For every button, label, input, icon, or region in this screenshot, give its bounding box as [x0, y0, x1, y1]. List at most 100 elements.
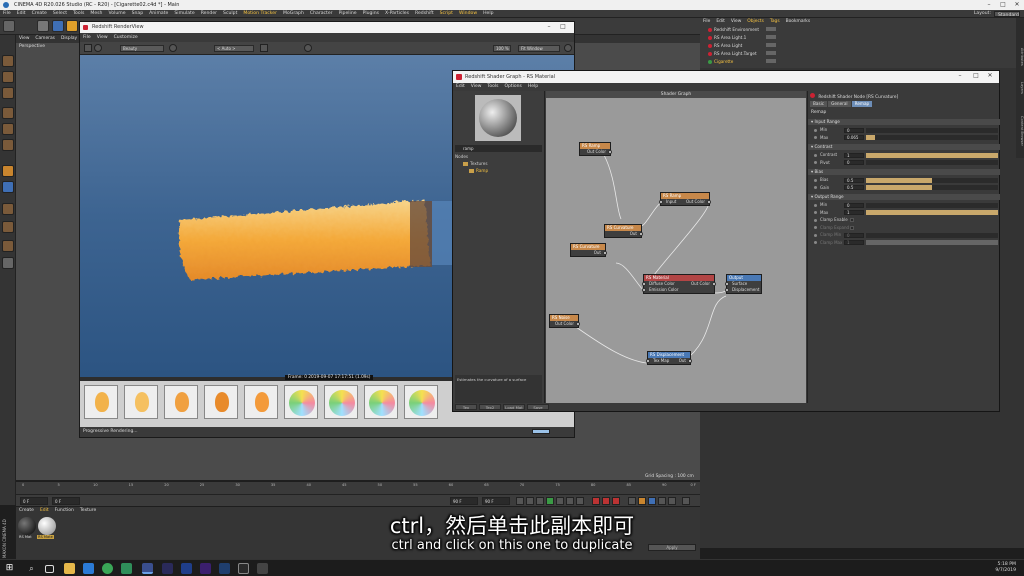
- graph-node-ramp2[interactable]: RS Ramp Input Out Color: [659, 192, 711, 206]
- animate-dot-icon[interactable]: [814, 178, 817, 182]
- attr-section-bias[interactable]: ▾ Bias: [808, 169, 1000, 175]
- animate-dot-icon[interactable]: [814, 203, 817, 207]
- menu-item-render[interactable]: Render: [198, 10, 220, 18]
- output-port-icon[interactable]: [707, 200, 711, 204]
- object-item[interactable]: RS Area Light.Target: [708, 51, 776, 56]
- cinema4d-taskbar-icon[interactable]: [142, 563, 153, 574]
- attr-value-field[interactable]: 0.065: [844, 135, 864, 140]
- render-play-icon[interactable]: [94, 44, 102, 52]
- checkbox[interactable]: [850, 225, 854, 230]
- key-rotation-icon[interactable]: [648, 497, 656, 505]
- render-history-thumbnail[interactable]: [364, 385, 398, 419]
- graph-node-disp[interactable]: RS Displacement Tex Map Out: [646, 351, 692, 365]
- bottom-button-0[interactable]: Tex: [455, 404, 477, 410]
- attr-value-field[interactable]: 0: [844, 160, 864, 165]
- menu-item-help[interactable]: Help: [480, 10, 496, 18]
- attr-value-field[interactable]: 1: [844, 240, 864, 245]
- animate-dot-icon[interactable]: [814, 211, 817, 214]
- play-icon[interactable]: [546, 497, 554, 505]
- bottom-button-1[interactable]: Tex2: [479, 404, 501, 410]
- maximize-icon[interactable]: □: [996, 0, 1010, 10]
- prev-frame-icon[interactable]: [536, 497, 544, 505]
- renderview-menu-customize[interactable]: Customize: [111, 33, 141, 42]
- viewport-menu-cameras[interactable]: Cameras: [32, 35, 58, 43]
- prev-key-icon[interactable]: [526, 497, 534, 505]
- aov-select[interactable]: Beauty: [120, 45, 164, 52]
- menu-item-volume[interactable]: Volume: [105, 10, 128, 18]
- menu-item-sculpt[interactable]: Sculpt: [220, 10, 240, 18]
- current-frame-field[interactable]: 0 F: [52, 497, 80, 505]
- shader-graph-menu-options[interactable]: Options: [502, 83, 525, 91]
- output-port-icon[interactable]: [688, 359, 692, 363]
- shader-graph-menu-tools[interactable]: Tools: [484, 83, 501, 91]
- animate-dot-icon[interactable]: [814, 226, 817, 229]
- attr-value-field[interactable]: 0.5: [844, 185, 864, 190]
- autokey-icon[interactable]: [602, 497, 610, 505]
- undo-icon[interactable]: [3, 20, 15, 32]
- grid-icon[interactable]: [2, 240, 14, 252]
- menu-item-select[interactable]: Select: [50, 10, 70, 18]
- render-history-thumbnail[interactable]: [124, 385, 158, 419]
- lock-icon[interactable]: [2, 221, 14, 233]
- animate-dot-icon[interactable]: [814, 161, 817, 164]
- node-graph-canvas[interactable]: RS Ramp Out Color RS Ramp Input Out Color RS …: [546, 98, 806, 403]
- menu-item-redshift[interactable]: Redshift: [412, 10, 437, 18]
- region-icon[interactable]: [304, 44, 312, 52]
- model-mode-icon[interactable]: [2, 55, 14, 67]
- attr-value-field[interactable]: 0: [844, 232, 864, 238]
- shader-graph-close-icon[interactable]: ✕: [983, 71, 997, 81]
- go-to-start-icon[interactable]: [516, 497, 524, 505]
- attr-value-field[interactable]: 0: [844, 202, 864, 208]
- menu-item-simulate[interactable]: Simulate: [171, 10, 197, 18]
- next-key-icon[interactable]: [566, 497, 574, 505]
- render-history-thumbnail[interactable]: [84, 385, 118, 419]
- edges-mode-icon[interactable]: [2, 123, 14, 135]
- app-icon-5[interactable]: [257, 563, 268, 574]
- next-frame-icon[interactable]: [556, 497, 564, 505]
- windows-start-icon[interactable]: ⊞: [4, 563, 15, 574]
- close-icon[interactable]: ✕: [1010, 0, 1024, 10]
- go-to-end-icon[interactable]: [576, 497, 584, 505]
- input-port-icon[interactable]: [725, 282, 729, 286]
- visibility-check-icon[interactable]: [766, 59, 776, 63]
- attr-value-field[interactable]: 1: [844, 210, 864, 215]
- object-item[interactable]: RS Area Light: [708, 43, 776, 48]
- object-item[interactable]: Redshift Environment: [708, 27, 776, 32]
- menu-item-motion-tracker[interactable]: Motion Tracker: [240, 10, 280, 18]
- scale-tool-icon[interactable]: [52, 20, 64, 32]
- layout-select[interactable]: Standard: [994, 11, 1020, 18]
- attr-slider[interactable]: [866, 127, 998, 133]
- output-port-icon[interactable]: [608, 150, 612, 154]
- attr-slider[interactable]: [866, 177, 998, 183]
- tab-general[interactable]: General: [828, 101, 851, 107]
- menu-item-create[interactable]: Create: [29, 10, 50, 18]
- attr-slider[interactable]: [866, 210, 998, 215]
- key-pla-icon[interactable]: [668, 497, 676, 505]
- system-clock[interactable]: 5:18 PM 9/7/2019: [995, 562, 1016, 574]
- app-icon-3[interactable]: [181, 563, 192, 574]
- fit-select[interactable]: Fit Window: [518, 45, 560, 52]
- end-frame-field[interactable]: 90 F: [450, 497, 478, 505]
- output-port-icon[interactable]: [576, 322, 580, 326]
- object-item[interactable]: RS Area Light.1: [708, 35, 776, 40]
- bottom-button-3[interactable]: Save: [527, 404, 549, 410]
- max-frame-field[interactable]: 90 F: [482, 497, 510, 505]
- shader-graph-minimize-icon[interactable]: –: [953, 71, 967, 81]
- animate-dot-icon[interactable]: [814, 241, 817, 244]
- key-param-icon[interactable]: [658, 497, 666, 505]
- snap-icon[interactable]: [2, 181, 14, 193]
- attr-section-input-range[interactable]: ▾ Input Range: [808, 119, 1000, 125]
- minimize-icon[interactable]: –: [982, 0, 996, 10]
- move-tool-icon[interactable]: [37, 20, 49, 32]
- attr-slider[interactable]: [866, 232, 998, 238]
- record-icon[interactable]: [592, 497, 600, 505]
- animate-dot-icon[interactable]: [814, 233, 817, 237]
- menu-item-animate[interactable]: Animate: [146, 10, 171, 18]
- file-explorer-icon[interactable]: [64, 563, 75, 574]
- tab-basic[interactable]: Basic: [810, 101, 828, 107]
- om-menu-tags[interactable]: Tags: [767, 18, 783, 25]
- output-port-icon[interactable]: [603, 251, 607, 255]
- shader-graph-menu-view[interactable]: View: [468, 83, 485, 91]
- graph-node-mat[interactable]: RS Material Diffuse Color Out Color Emissio…: [642, 274, 716, 294]
- render-history-thumbnail[interactable]: [244, 385, 278, 419]
